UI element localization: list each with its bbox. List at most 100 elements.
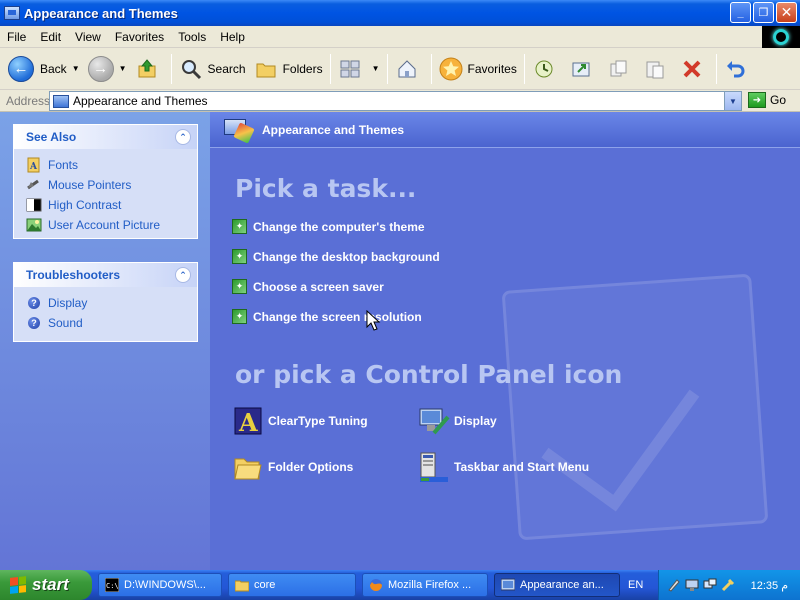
back-dropdown-icon[interactable]: ▼ <box>72 64 80 73</box>
home-button[interactable] <box>391 51 428 87</box>
task-screen-saver-label: Choose a screen saver <box>253 279 384 294</box>
icon-display[interactable]: Display <box>418 405 497 437</box>
back-button[interactable]: ← Back ▼ <box>0 51 84 87</box>
link-sound-troubleshooter[interactable]: ? Sound <box>14 313 197 333</box>
tray-monitor-icon[interactable] <box>685 578 699 592</box>
svg-text:A: A <box>238 408 258 437</box>
move-to-button[interactable] <box>565 51 602 87</box>
windows-flag-icon <box>10 576 26 594</box>
history-button[interactable] <box>528 51 565 87</box>
icon-taskbar-start-menu-label: Taskbar and Start Menu <box>454 460 590 474</box>
menu-help[interactable]: Help <box>213 30 252 44</box>
control-panel-small-icon <box>53 94 69 108</box>
back-arrow-icon: ← <box>8 55 34 82</box>
icon-cleartype-tuning[interactable]: A ClearType Tuning <box>232 405 368 437</box>
collapse-chevron-icon[interactable]: ⌃ <box>175 129 191 145</box>
favorites-button[interactable]: Favorites <box>435 51 521 87</box>
folder-options-icon <box>232 451 264 483</box>
paste-icon <box>643 57 667 81</box>
menu-tools[interactable]: Tools <box>171 30 213 44</box>
views-button[interactable]: ▼ <box>334 51 384 87</box>
taskbar-button-core-label: core <box>254 579 276 591</box>
category-title: Appearance and Themes <box>262 122 405 137</box>
maximize-button[interactable]: ❐ <box>753 2 774 23</box>
taskbar-button-cmd[interactable]: C:\ D:\WINDOWS\... <box>98 573 222 597</box>
link-display-troubleshooter[interactable]: ? Display <box>14 293 197 313</box>
link-mouse-pointers[interactable]: Mouse Pointers <box>14 175 197 195</box>
link-high-contrast[interactable]: High Contrast <box>14 195 197 215</box>
close-button[interactable]: ✕ <box>776 2 797 23</box>
icon-taskbar-start-menu[interactable]: Taskbar and Start Menu <box>418 451 589 483</box>
see-also-header[interactable]: See Also ⌃ <box>14 125 197 149</box>
taskbar-start-menu-icon <box>418 451 450 483</box>
link-fonts-label: Fonts <box>48 158 79 172</box>
see-also-panel: See Also ⌃ A Fonts Mouse Pointers High C… <box>13 124 198 239</box>
taskbar: start C:\ D:\WINDOWS\... core Mozilla Fi… <box>0 570 800 600</box>
taskbar-button-firefox-label: Mozilla Firefox ... <box>388 579 472 591</box>
forward-button[interactable]: → ▼ <box>84 51 131 87</box>
folder-icon <box>235 580 249 592</box>
views-dropdown-icon[interactable]: ▼ <box>372 64 380 73</box>
task-screen-resolution[interactable]: ✦ Change the screen resolution <box>232 309 422 324</box>
task-pane: See Also ⌃ A Fonts Mouse Pointers High C… <box>0 112 210 570</box>
go-button[interactable]: ➜ Go <box>748 92 786 108</box>
menu-favorites[interactable]: Favorites <box>108 30 171 44</box>
copy-to-button[interactable] <box>602 51 639 87</box>
up-folder-button[interactable] <box>131 51 168 87</box>
collapse-chevron-icon[interactable]: ⌃ <box>175 267 191 283</box>
task-change-theme[interactable]: ✦ Change the computer's theme <box>232 219 425 234</box>
link-high-contrast-label: High Contrast <box>48 198 122 212</box>
toolbar-separator <box>170 53 172 84</box>
tray-pen-icon[interactable] <box>667 578 681 592</box>
icon-cleartype-tuning-label: ClearType Tuning <box>268 414 368 428</box>
paste-button[interactable] <box>639 51 676 87</box>
views-icon <box>338 57 362 81</box>
link-display-troubleshooter-label: Display <box>48 296 88 310</box>
tray-network-icon[interactable] <box>703 578 717 592</box>
address-label: Address <box>6 93 51 108</box>
language-indicator[interactable]: EN <box>628 579 643 591</box>
toolbar: ← Back ▼ → ▼ Search Folders ▼ Favorites <box>0 48 800 90</box>
main-pane: Appearance and Themes Pick a task... ✦ C… <box>210 112 800 570</box>
menu-view[interactable]: View <box>68 30 108 44</box>
toolbar-separator <box>715 53 717 84</box>
menu-bar: File Edit View Favorites Tools Help <box>0 26 800 48</box>
appearance-themes-icon <box>224 117 255 144</box>
taskbar-button-core[interactable]: core <box>228 573 356 597</box>
window-icon <box>4 6 20 20</box>
search-label: Search <box>207 61 246 76</box>
system-tray: 12:35 م <box>658 570 800 600</box>
window-controls: _ ❐ ✕ <box>730 2 797 23</box>
troubleshooters-header[interactable]: Troubleshooters ⌃ <box>14 263 197 287</box>
see-also-title: See Also <box>26 130 77 144</box>
delete-button[interactable] <box>676 51 713 87</box>
task-screen-saver[interactable]: ✦ Choose a screen saver <box>232 279 384 294</box>
start-label: start <box>32 575 69 594</box>
icon-folder-options[interactable]: Folder Options <box>232 451 353 483</box>
address-field[interactable]: Appearance and Themes ▼ <box>49 91 742 111</box>
clock[interactable]: 12:35 م <box>751 579 788 592</box>
taskbar-button-firefox[interactable]: Mozilla Firefox ... <box>362 573 488 597</box>
display-icon <box>418 405 450 437</box>
tray-tool-icon[interactable] <box>721 578 735 592</box>
menu-file[interactable]: File <box>0 30 33 44</box>
taskbar-button-appearance[interactable]: Appearance an... <box>494 573 620 597</box>
minimize-button[interactable]: _ <box>730 2 751 23</box>
title-bar[interactable]: Appearance and Themes _ ❐ ✕ <box>0 0 800 26</box>
task-change-background[interactable]: ✦ Change the desktop background <box>232 249 440 264</box>
undo-button[interactable] <box>720 51 757 87</box>
link-fonts[interactable]: A Fonts <box>14 155 197 175</box>
taskbar-button-cmd-label: D:\WINDOWS\... <box>124 579 206 591</box>
forward-dropdown-icon[interactable]: ▼ <box>119 64 127 73</box>
menu-edit[interactable]: Edit <box>33 30 68 44</box>
search-button[interactable]: Search <box>175 51 250 87</box>
toolbar-separator <box>329 53 331 84</box>
delete-x-icon <box>680 57 704 81</box>
link-user-account-picture[interactable]: User Account Picture <box>14 215 197 235</box>
start-button[interactable]: start <box>0 570 92 600</box>
mouse-pointer-icon <box>26 177 42 193</box>
folders-button[interactable]: Folders <box>250 51 327 87</box>
home-icon <box>395 57 419 81</box>
address-dropdown-icon[interactable]: ▼ <box>724 92 741 110</box>
cleartype-icon: A <box>232 405 264 437</box>
